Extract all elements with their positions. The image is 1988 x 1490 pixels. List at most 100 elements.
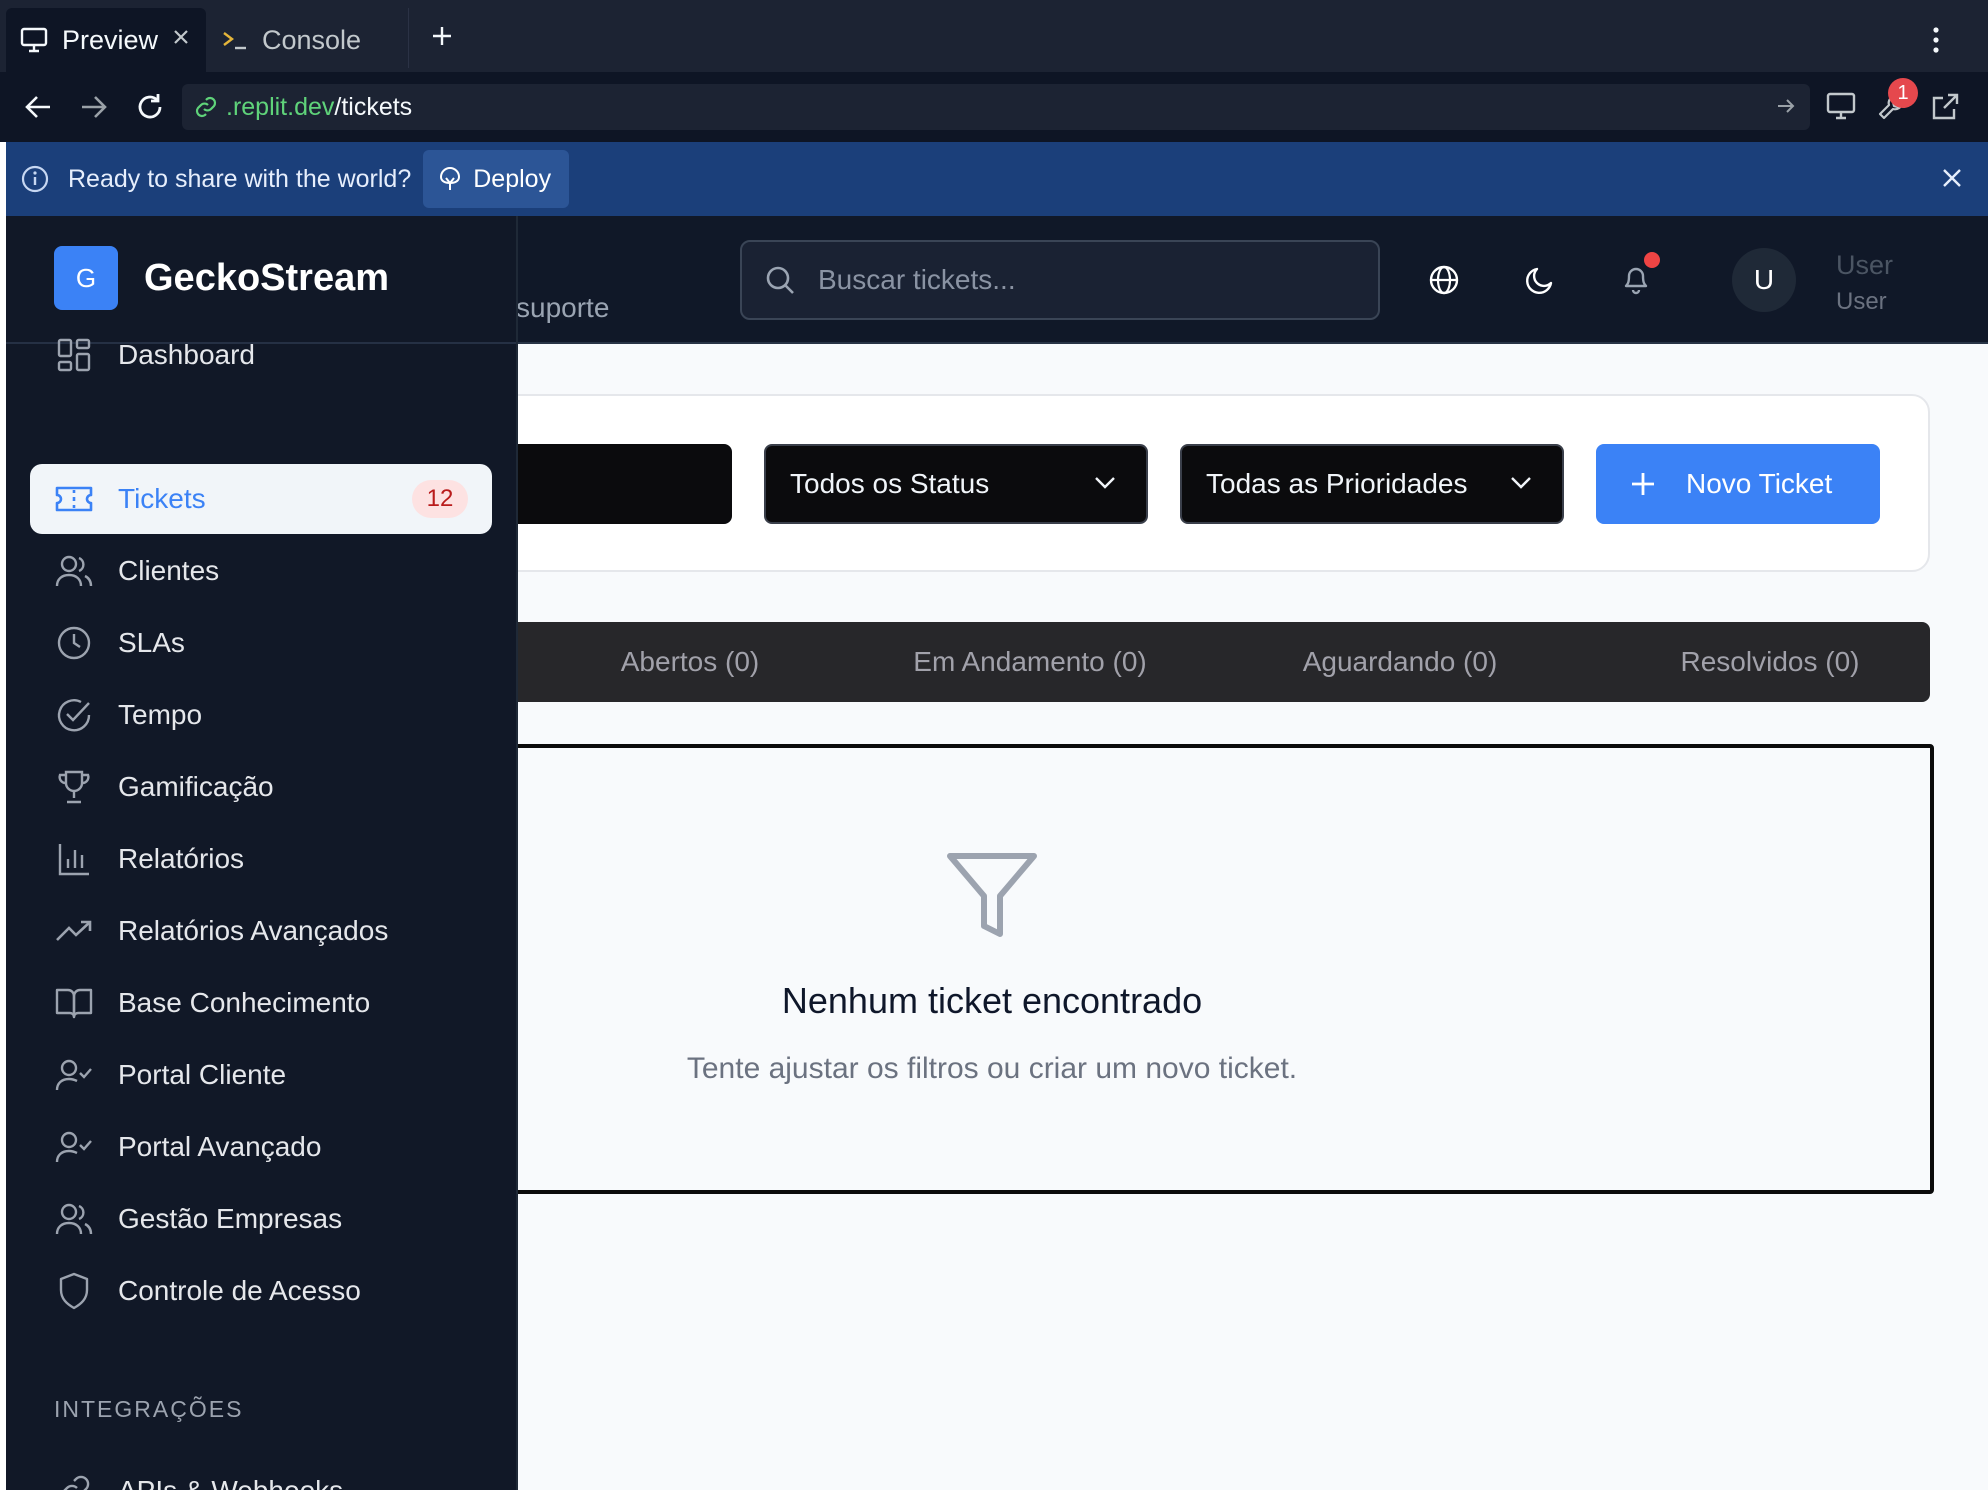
empty-state-description: Tente ajustar os filtros ou criar um nov… [686,1052,1298,1085]
terminal-icon [222,29,248,51]
status-select-value: Todos os Status [790,468,990,499]
arrow-right-icon[interactable] [80,94,108,120]
status-tabs: Abertos (0) Em Andamento (0) Aguardando … [470,622,1930,702]
book-icon [54,983,94,1023]
close-icon[interactable] [172,28,190,46]
monitor-icon[interactable] [1826,92,1856,120]
users-icon [54,551,94,591]
arrow-right-icon[interactable] [1776,96,1796,116]
link-icon [194,95,218,119]
notification-count-badge: 1 [1888,78,1918,108]
tab-console-label: Console [262,24,362,55]
empty-state-title: Nenhum ticket encontrado [781,980,1203,1021]
brand-name: GeckoStream [144,256,390,299]
sidebar-item-relatorios[interactable]: Relatórios [30,824,492,894]
sidebar-item-relatorios-avancados[interactable]: Relatórios Avançados [30,896,492,966]
link-icon [54,1471,94,1490]
sidebar-item-dashboard[interactable]: Dashboard [30,320,492,390]
deploy-icon [439,166,461,192]
deploy-button[interactable]: Deploy [423,150,570,208]
sidebar: G GeckoStream Dashboard Tickets 12 Clien… [6,216,518,1490]
filter-icon [946,852,1038,938]
banner-message: Ready to share with the world? [68,164,412,193]
brand[interactable]: G GeckoStream [54,246,389,310]
new-ticket-button[interactable]: Novo Ticket [1596,444,1880,524]
ticket-count-badge: 12 [412,480,468,518]
dashboard-grid-icon [54,335,94,375]
sidebar-item-label: Clientes [118,555,220,586]
trophy-icon [54,767,94,807]
priority-select[interactable]: Todas as Prioridades [1180,444,1564,524]
sidebar-item-controle-acesso[interactable]: Controle de Acesso [30,1256,492,1326]
notification-dot [1644,252,1660,268]
tab-abertos[interactable]: Abertos (0) [520,622,860,702]
reload-icon[interactable] [134,91,166,123]
sidebar-item-portal-cliente[interactable]: Portal Cliente [30,1040,492,1110]
avatar[interactable]: U [1732,248,1796,312]
section-heading-integracoes: INTEGRAÇÕES [54,1396,244,1422]
sidebar-item-gestao-empresas[interactable]: Gestão Empresas [30,1184,492,1254]
sidebar-item-label: Tempo [118,699,203,730]
tab-resolvidos[interactable]: Resolvidos (0) [1600,622,1940,702]
user-role: User [1836,288,1887,315]
chevron-down-icon [1094,476,1116,490]
browser-tab-bar: Preview Console [0,0,1988,72]
external-link-icon[interactable] [1930,92,1960,122]
moon-icon[interactable] [1524,264,1556,296]
sidebar-item-label: Dashboard [118,339,255,370]
sidebar-item-tickets[interactable]: Tickets 12 [30,464,492,534]
info-icon [20,164,50,194]
sidebar-item-label: Portal Avançado [118,1131,322,1162]
sidebar-item-label: Relatórios Avançados [118,915,389,946]
page-subtitle: suporte [516,292,610,323]
close-icon[interactable] [1940,166,1964,190]
new-tab-plus-icon[interactable] [430,24,454,48]
bar-chart-icon [54,839,94,879]
kebab-menu-icon[interactable] [1932,26,1940,54]
sidebar-item-base-conhecimento[interactable]: Base Conhecimento [30,968,492,1038]
sidebar-item-label: Tickets [118,483,206,514]
sidebar-item-gamificacao[interactable]: Gamificação [30,752,492,822]
bell-icon[interactable] [1620,262,1652,296]
deploy-label: Deploy [473,164,552,193]
sidebar-item-label: Controle de Acesso [118,1275,361,1306]
tab-console[interactable]: Console [212,8,412,72]
tab-divider [408,8,409,68]
user-check-icon [54,1127,94,1167]
search-placeholder: Buscar tickets... [818,264,1016,295]
globe-icon[interactable] [1428,264,1460,296]
check-circle-icon [54,695,94,735]
sidebar-item-tempo[interactable]: Tempo [30,680,492,750]
tab-em-andamento[interactable]: Em Andamento (0) [860,622,1200,702]
tab-preview-label: Preview [62,24,159,55]
search-input[interactable]: Buscar tickets... [740,240,1380,320]
arrow-left-icon[interactable] [24,94,52,120]
sidebar-item-label: Gestão Empresas [118,1203,343,1234]
tab-preview[interactable]: Preview [6,8,206,72]
status-select[interactable]: Todos os Status [764,444,1148,524]
shield-icon [54,1271,94,1311]
monitor-icon [20,27,48,53]
url-path: /tickets [334,92,413,121]
new-ticket-label: Novo Ticket [1686,468,1833,499]
ticket-icon [54,479,94,519]
sidebar-item-slas[interactable]: SLAs [30,608,492,678]
tab-aguardando[interactable]: Aguardando (0) [1230,622,1570,702]
empty-state-card [470,744,1934,1194]
sidebar-item-label: Relatórios [118,843,245,874]
brand-logo: G [54,246,118,310]
sidebar-item-label: SLAs [118,627,185,658]
url-field[interactable]: .replit.dev/tickets [182,84,1810,130]
deploy-banner: Ready to share with the world? Deploy [6,142,1988,216]
sidebar-item-label: Gamificação [118,771,274,802]
users-icon [54,1199,94,1239]
sidebar-item-portal-avancado[interactable]: Portal Avançado [30,1112,492,1182]
trending-up-icon [54,911,94,951]
priority-select-value: Todas as Prioridades [1206,468,1468,499]
sidebar-item-clientes[interactable]: Clientes [30,536,492,606]
user-name: User [1836,250,1894,280]
search-icon [764,264,796,296]
sidebar-item-apis-webhooks[interactable]: APIs & Webhooks [30,1456,492,1490]
sidebar-item-label: Base Conhecimento [118,987,371,1018]
url-domain: .replit.dev [226,92,335,121]
